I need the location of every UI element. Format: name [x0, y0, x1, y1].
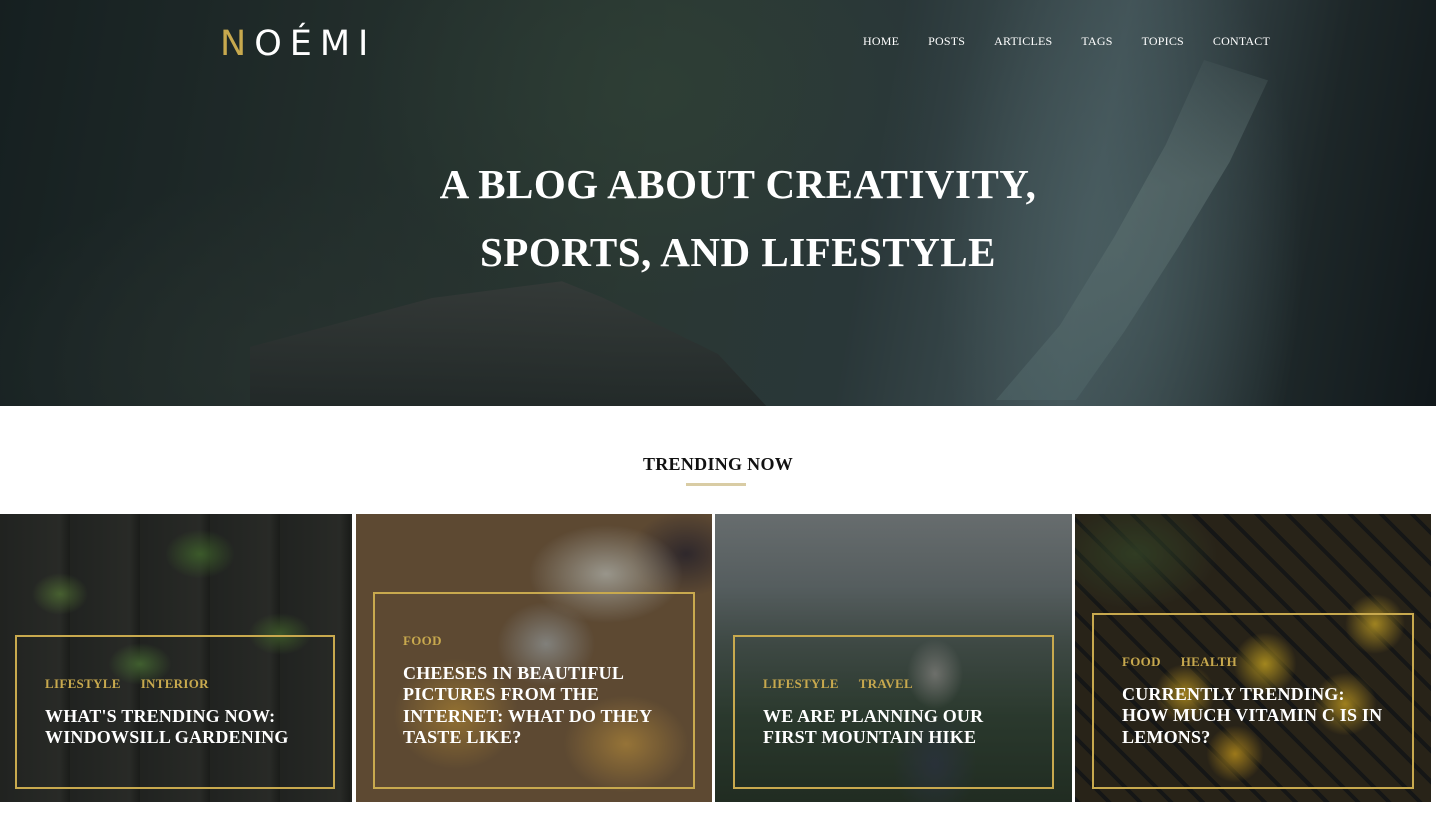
nav-topics[interactable]: TOPICS — [1142, 33, 1184, 49]
nav-posts[interactable]: POSTS — [928, 33, 965, 49]
trending-card-3[interactable]: LIFESTYLE TRAVEL WE ARE PLANNING OUR FIR… — [715, 514, 1072, 802]
card-tags: FOOD HEALTH — [1122, 654, 1384, 670]
card-tags: LIFESTYLE TRAVEL — [763, 676, 1024, 692]
card-frame: FOOD HEALTH CURRENTLY TRENDING: HOW MUCH… — [1092, 613, 1414, 789]
hero-title-line-1: A BLOG ABOUT CREATIVITY, — [439, 161, 1037, 207]
card-title[interactable]: WE ARE PLANNING OUR FIRST MOUNTAIN HIKE — [763, 706, 1024, 749]
logo-text: OÉMI — [254, 24, 377, 64]
main-nav: HOME POSTS ARTICLES TAGS TOPICS CONTACT — [863, 33, 1270, 49]
tag-travel[interactable]: TRAVEL — [859, 676, 913, 692]
tag-lifestyle[interactable]: LIFESTYLE — [763, 676, 839, 692]
trending-card-2[interactable]: FOOD CHEESES IN BEAUTIFUL PICTURES FROM … — [356, 514, 712, 802]
hero-banner: NOÉMI HOME POSTS ARTICLES TAGS TOPICS CO… — [0, 0, 1436, 406]
tag-food[interactable]: FOOD — [1122, 654, 1161, 670]
card-frame: FOOD CHEESES IN BEAUTIFUL PICTURES FROM … — [373, 592, 695, 789]
tag-lifestyle[interactable]: LIFESTYLE — [45, 676, 121, 692]
site-logo[interactable]: NOÉMI — [220, 22, 376, 66]
section-title-trending: TRENDING NOW — [642, 454, 794, 474]
card-title[interactable]: CURRENTLY TRENDING: HOW MUCH VITAMIN C I… — [1122, 684, 1384, 749]
nav-contact[interactable]: CONTACT — [1213, 33, 1270, 49]
tag-food[interactable]: FOOD — [403, 633, 442, 649]
card-frame: LIFESTYLE INTERIOR WHAT'S TRENDING NOW: … — [15, 635, 335, 789]
trending-card-4[interactable]: FOOD HEALTH CURRENTLY TRENDING: HOW MUCH… — [1075, 514, 1431, 802]
nav-articles[interactable]: ARTICLES — [994, 33, 1052, 49]
hero-title-line-2: SPORTS, AND LIFESTYLE — [479, 229, 996, 275]
tag-health[interactable]: HEALTH — [1181, 654, 1237, 670]
nav-home[interactable]: HOME — [863, 33, 899, 49]
card-frame: LIFESTYLE TRAVEL WE ARE PLANNING OUR FIR… — [733, 635, 1054, 789]
hero-title: A BLOG ABOUT CREATIVITY, SPORTS, AND LIF… — [368, 150, 1108, 286]
card-tags: LIFESTYLE INTERIOR — [45, 676, 305, 692]
card-tags: FOOD — [403, 633, 653, 649]
logo-accent-letter: N — [220, 24, 255, 64]
nav-tags[interactable]: TAGS — [1081, 33, 1112, 49]
section-underline — [686, 483, 746, 486]
card-title[interactable]: WHAT'S TRENDING NOW: WINDOWSILL GARDENIN… — [45, 706, 305, 749]
tag-interior[interactable]: INTERIOR — [141, 676, 209, 692]
card-title[interactable]: CHEESES IN BEAUTIFUL PICTURES FROM THE I… — [403, 663, 653, 749]
trending-card-1[interactable]: LIFESTYLE INTERIOR WHAT'S TRENDING NOW: … — [0, 514, 352, 802]
